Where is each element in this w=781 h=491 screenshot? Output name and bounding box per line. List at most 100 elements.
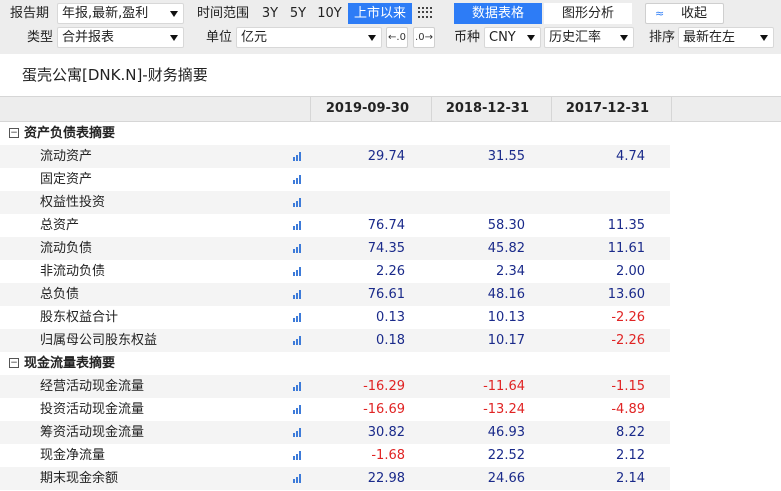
table-cell: 29.74 <box>367 149 405 164</box>
column-header[interactable]: 2017-12-31 <box>551 97 671 121</box>
table-row[interactable]: 现金净流量 -1.68 22.52 2.12 <box>0 444 781 467</box>
column-header[interactable]: 2018-12-31 <box>431 97 551 121</box>
table-cell: 2.12 <box>616 448 645 463</box>
custom-range-grid-icon[interactable] <box>418 7 432 19</box>
row-label: 归属母公司股东权益 <box>40 333 158 348</box>
table-row[interactable]: 经营活动现金流量 -16.29 -11.64 -1.15 <box>0 375 781 398</box>
table-cell <box>545 168 645 191</box>
collapse-button[interactable]: ≈ 收起 <box>645 3 724 24</box>
tab-data-table[interactable]: 数据表格 <box>454 3 542 24</box>
increase-decimal-icon[interactable]: .0→ <box>413 27 435 48</box>
row-label: 流动负债 <box>40 241 93 256</box>
bar-chart-icon[interactable] <box>293 152 303 161</box>
row-label: 期末现金余额 <box>40 471 119 486</box>
row-label: 投资活动现金流量 <box>40 402 145 417</box>
table-cell: -2.26 <box>611 333 645 348</box>
row-label: 总负债 <box>40 287 80 302</box>
collapse-toggle-icon[interactable]: − <box>9 358 19 368</box>
table-cell: 10.13 <box>487 310 525 325</box>
row-label: 固定资产 <box>40 172 93 187</box>
table-cell: 30.82 <box>367 425 405 440</box>
bar-chart-icon[interactable] <box>293 244 303 253</box>
table-cell: 13.60 <box>607 287 645 302</box>
bar-chart-icon[interactable] <box>293 336 303 345</box>
bar-chart-icon[interactable] <box>293 175 303 184</box>
bar-chart-icon[interactable] <box>293 290 303 299</box>
column-header[interactable]: 2019-09-30 <box>310 97 431 121</box>
time-range-5y[interactable]: 5Y <box>285 3 311 24</box>
table-cell: -16.69 <box>363 402 405 417</box>
report-period-label: 报告期 <box>10 6 50 21</box>
table-row[interactable]: 投资活动现金流量 -16.69 -13.24 -4.89 <box>0 398 781 421</box>
type-select[interactable]: 合并报表 <box>57 27 184 48</box>
row-label: 筹资活动现金流量 <box>40 425 145 440</box>
table-cell: 0.18 <box>376 333 405 348</box>
table-cell: -2.26 <box>611 310 645 325</box>
unit-label: 单位 <box>206 30 233 45</box>
report-period-select[interactable]: 年报,最新,盈利 <box>57 3 184 24</box>
row-label: 非流动负债 <box>40 264 106 279</box>
table-cell: 24.66 <box>487 471 525 486</box>
row-label: 股东权益合计 <box>40 310 119 325</box>
table-row[interactable]: 期末现金余额 22.98 24.66 2.14 <box>0 467 781 490</box>
table-row[interactable]: 非流动负债 2.26 2.34 2.00 <box>0 260 781 283</box>
table-cell: 22.98 <box>367 471 405 486</box>
bar-chart-icon[interactable] <box>293 313 303 322</box>
table-cell: 2.00 <box>616 264 645 279</box>
table-row[interactable]: 固定资产 <box>0 168 781 191</box>
exchange-rate-value: 历史汇率 <box>549 30 602 45</box>
table-cell: 48.16 <box>487 287 525 302</box>
table-cell: -13.24 <box>483 402 525 417</box>
bar-chart-icon[interactable] <box>293 451 303 460</box>
time-range-3y[interactable]: 3Y <box>257 3 283 24</box>
table-row[interactable]: 总资产 76.74 58.30 11.35 <box>0 214 781 237</box>
table-row[interactable]: 总负债 76.61 48.16 13.60 <box>0 283 781 306</box>
table-row[interactable]: 归属母公司股东权益 0.18 10.17 -2.26 <box>0 329 781 352</box>
table-cell <box>305 191 405 214</box>
page-title: 蛋壳公寓[DNK.N]-财务摘要 <box>22 66 208 84</box>
tab-chart-analysis[interactable]: 图形分析 <box>544 3 632 24</box>
chevron-down-icon <box>760 35 768 41</box>
bar-chart-icon[interactable] <box>293 428 303 437</box>
table-cell <box>425 191 525 214</box>
table-cell: 74.35 <box>367 241 405 256</box>
table-row[interactable]: 流动资产 29.74 31.55 4.74 <box>0 145 781 168</box>
collapse-toggle-icon[interactable]: − <box>9 128 19 138</box>
table-cell: -16.29 <box>363 379 405 394</box>
currency-value: CNY <box>489 30 516 45</box>
row-label: 现金净流量 <box>40 448 106 463</box>
bar-chart-icon[interactable] <box>293 382 303 391</box>
sort-select[interactable]: 最新在左 <box>678 27 774 48</box>
row-label: 总资产 <box>40 218 80 233</box>
table-row[interactable]: 权益性投资 <box>0 191 781 214</box>
row-label: 流动资产 <box>40 149 93 164</box>
bar-chart-icon[interactable] <box>293 267 303 276</box>
unit-select[interactable]: 亿元 <box>236 27 382 48</box>
row-label: 权益性投资 <box>40 195 106 210</box>
chevron-down-icon <box>368 35 376 41</box>
unit-value: 亿元 <box>241 30 268 45</box>
bar-chart-icon[interactable] <box>293 221 303 230</box>
table-row[interactable]: 筹资活动现金流量 30.82 46.93 8.22 <box>0 421 781 444</box>
bar-chart-icon[interactable] <box>293 405 303 414</box>
toolbar: 报告期 年报,最新,盈利 时间范围 3Y 5Y 10Y 上市以来 数据表格 图形… <box>0 0 781 54</box>
section-title: 现金流量表摘要 <box>24 356 116 371</box>
type-value: 合并报表 <box>62 30 115 45</box>
time-range-10y[interactable]: 10Y <box>313 3 346 24</box>
currency-select[interactable]: CNY <box>484 27 541 48</box>
section-row: − 资产负债表摘要 <box>0 122 781 145</box>
section-row: − 现金流量表摘要 <box>0 352 781 375</box>
table-cell: 11.61 <box>607 241 645 256</box>
table-cell: -11.64 <box>483 379 525 394</box>
decrease-decimal-icon[interactable]: ←.0 <box>386 27 408 48</box>
table-row[interactable]: 流动负债 74.35 45.82 11.61 <box>0 237 781 260</box>
bar-chart-icon[interactable] <box>293 198 303 207</box>
chevron-down-icon <box>170 35 178 41</box>
time-range-since-listing[interactable]: 上市以来 <box>348 3 412 24</box>
double-chevron-up-icon: ≈ <box>655 7 665 20</box>
bar-chart-icon[interactable] <box>293 474 303 483</box>
chevron-down-icon <box>620 35 628 41</box>
section-title: 资产负债表摘要 <box>24 126 116 141</box>
table-row[interactable]: 股东权益合计 0.13 10.13 -2.26 <box>0 306 781 329</box>
exchange-rate-select[interactable]: 历史汇率 <box>544 27 634 48</box>
